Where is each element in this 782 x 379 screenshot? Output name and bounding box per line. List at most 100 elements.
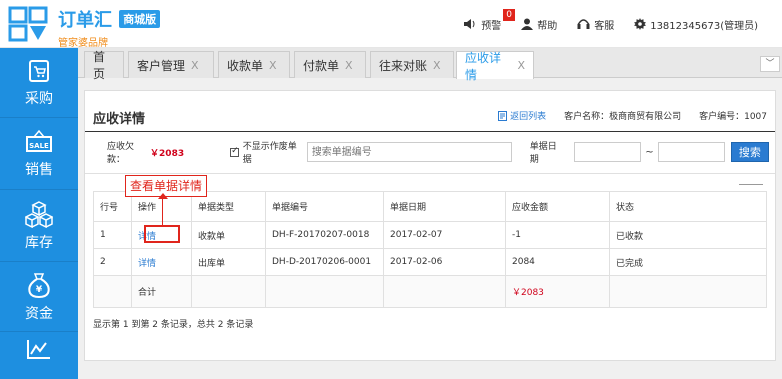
boxes-icon: [25, 200, 53, 228]
owe-value: ￥2083: [150, 148, 185, 159]
hide-voided-toggle[interactable]: 不显示作废单据: [230, 139, 303, 165]
brand-badge: 商城版: [119, 10, 161, 28]
doc-code: DH-D-20170206-0001: [265, 248, 384, 276]
cart-icon: [29, 59, 49, 82]
brand-subtitle: 管家婆品牌: [58, 38, 108, 49]
empty-cell: [191, 275, 266, 308]
date-start-input[interactable]: [574, 142, 642, 162]
doc-type: 出库单: [191, 248, 266, 276]
filter-bar: 应收欠款： ￥2083 不显示作废单据 单据日期 ~ 搜索: [93, 139, 769, 165]
column-header: 应收金额: [505, 191, 610, 222]
sidebar-item-funds[interactable]: ¥ 资金: [0, 262, 78, 332]
doc-status: 已完成: [609, 248, 767, 276]
receivable-table: 行号 操作 单据类型 单据编号 单据日期 应收金额 状态 1 详情 收款单 DH…: [93, 191, 767, 308]
sidebar: 采购 SALE 销售 库存 ¥ 资金: [0, 48, 78, 379]
divider-accent: [739, 184, 763, 185]
doc-type: 收款单: [191, 221, 266, 249]
top-nav: 预警 0 帮助 客服 13812345673(管理员): [463, 0, 782, 48]
brand: 订单汇 商城版 管家婆品牌: [58, 6, 161, 49]
logo-icon: [8, 4, 48, 44]
back-to-list-link[interactable]: 返回列表: [498, 109, 546, 122]
brand-title: 订单汇: [58, 10, 112, 31]
sale-tag-icon: SALE: [26, 129, 52, 152]
svg-text:¥: ¥: [36, 285, 43, 295]
alert-button[interactable]: 预警 0: [463, 8, 515, 32]
tab-reconciliation[interactable]: 往来对账 X: [370, 51, 454, 78]
total-label: 合计: [131, 275, 192, 308]
empty-cell: [93, 275, 132, 308]
tab-payment[interactable]: 付款单 X: [294, 51, 366, 78]
service-label: 客服: [594, 20, 615, 32]
page-title: 应收详情: [93, 112, 146, 127]
alert-count-badge: 0: [503, 8, 515, 21]
customer-number: 客户编号：1007: [699, 112, 767, 122]
back-to-list-label: 返回列表: [510, 112, 547, 122]
hide-voided-label: 不显示作废单据: [242, 142, 297, 165]
tab-label: 首页: [93, 50, 106, 81]
tab-close-icon[interactable]: X: [517, 59, 525, 72]
receivable-amount: 2084: [505, 248, 610, 276]
tab-label: 客户管理: [137, 58, 186, 73]
tab-bar: 首页 客户管理 X 收款单 X 付款单 X 往来对账 X 应收详情 X ﹀: [78, 48, 782, 82]
tab-collapse-button[interactable]: ﹀: [760, 56, 780, 72]
tab-label: 往来对账: [379, 58, 428, 73]
help-label: 帮助: [537, 20, 558, 32]
speaker-icon: [464, 19, 475, 29]
service-button[interactable]: 客服: [577, 17, 614, 32]
date-end-input[interactable]: [657, 142, 725, 162]
doc-number-search-input[interactable]: [306, 142, 512, 162]
tab-receivable-detail[interactable]: 应收详情 X: [456, 51, 534, 82]
row-number: 1: [93, 221, 132, 249]
chart-icon: [27, 340, 50, 359]
date-label: 单据日期: [529, 142, 557, 165]
tab-customer-management[interactable]: 客户管理 X: [128, 51, 214, 78]
tab-close-icon[interactable]: X: [433, 59, 441, 72]
headset-icon: [577, 19, 590, 29]
tab-close-icon[interactable]: X: [269, 59, 277, 72]
filter-divider: [85, 173, 775, 174]
document-icon: [498, 110, 508, 121]
tab-home[interactable]: 首页: [84, 50, 124, 81]
user-menu-button[interactable]: 13812345673(管理员): [634, 17, 758, 32]
tab-close-icon[interactable]: X: [345, 59, 353, 72]
gear-icon: [634, 18, 647, 30]
tip-arrow-icon: [158, 193, 168, 199]
customer-name: 客户名称：极商商贸有限公司: [564, 112, 682, 122]
main-panel: 应收详情 返回列表 客户名称：极商商贸有限公司 客户编号：1007 应收欠款： …: [84, 90, 776, 361]
user-icon: [521, 18, 534, 30]
tab-receipt[interactable]: 收款单 X: [218, 51, 290, 78]
column-header: 状态: [609, 191, 767, 222]
pagination-summary: 显示第 1 到第 2 条记录，总共 2 条记录: [93, 320, 254, 330]
doc-code: DH-F-20170207-0018: [265, 221, 384, 249]
sidebar-item-reports[interactable]: [0, 332, 78, 379]
doc-date: 2017-02-07: [383, 221, 506, 249]
help-button[interactable]: 帮助: [521, 17, 557, 32]
money-bag-icon: ¥: [28, 272, 50, 298]
svg-text:SALE: SALE: [29, 142, 49, 150]
user-label: 13812345673(管理员): [650, 20, 758, 32]
sidebar-item-inventory[interactable]: 库存: [0, 190, 78, 262]
tab-label: 应收详情: [465, 50, 502, 82]
detail-link[interactable]: 详情: [131, 248, 192, 276]
doc-date: 2017-02-06: [383, 248, 506, 276]
sidebar-item-sales[interactable]: SALE 销售: [0, 118, 78, 190]
row-number: 2: [93, 248, 132, 276]
owe-label: 应收欠款：: [107, 142, 135, 165]
top-bar: 订单汇 商城版 管家婆品牌 预警 0 帮助 客服 13812345673(管理员…: [0, 0, 782, 49]
tip-arrow-line: [162, 197, 163, 227]
table-row: 1 详情 收款单 DH-F-20170207-0018 2017-02-07 -…: [93, 221, 767, 249]
hide-voided-checkbox[interactable]: [230, 146, 239, 157]
date-range-separator: ~: [645, 146, 654, 158]
doc-status: 已收款: [609, 221, 767, 249]
tab-close-icon[interactable]: X: [191, 59, 199, 72]
sidebar-item-purchase[interactable]: 采购: [0, 48, 78, 118]
search-button[interactable]: 搜索: [730, 142, 769, 162]
detail-highlight-box: [144, 225, 180, 243]
tab-label: 付款单: [303, 58, 340, 73]
empty-cell: [265, 275, 384, 308]
empty-cell: [383, 275, 506, 308]
sidebar-item-label: 库存: [25, 234, 53, 251]
alert-label: 预警: [481, 20, 502, 32]
tab-label: 收款单: [227, 58, 264, 73]
title-divider: [85, 131, 775, 132]
